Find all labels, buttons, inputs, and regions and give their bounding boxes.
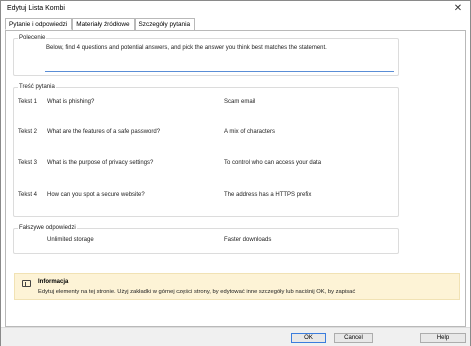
row-label: Tekst 2 bbox=[18, 129, 38, 135]
help-button[interactable]: Help bbox=[420, 333, 466, 343]
instruction-field[interactable]: Below, find 4 questions and potential an… bbox=[46, 45, 327, 51]
question-field[interactable]: How can you spot a secure website? bbox=[47, 192, 145, 198]
row-label: Tekst 1 bbox=[18, 99, 38, 105]
tab-question-details[interactable]: Szczegóły pytania bbox=[134, 18, 196, 30]
question-field[interactable]: What is the purpose of privacy settings? bbox=[47, 160, 153, 166]
info-text: Edytuj elementy na tej stronie. Użyj zak… bbox=[38, 289, 356, 295]
tab-question-answers[interactable]: Pytanie i odpowiedzi bbox=[5, 18, 73, 30]
question-field[interactable]: What is phishing? bbox=[47, 99, 94, 105]
row-label: Tekst 3 bbox=[18, 160, 38, 166]
tab-strip: Pytanie i odpowiedzi Materiały źródłowe … bbox=[5, 18, 196, 30]
cancel-button[interactable]: Cancel bbox=[334, 333, 373, 343]
false-answers-legend: Fałszywe odpowiedzi bbox=[18, 225, 77, 231]
info-title: Informacja bbox=[38, 279, 69, 285]
question-content-legend: Treść pytania bbox=[18, 84, 56, 90]
answer-field[interactable]: Scam email bbox=[224, 99, 255, 105]
ok-button[interactable]: OK bbox=[291, 333, 326, 343]
close-icon[interactable]: ✕ bbox=[452, 3, 464, 15]
info-icon bbox=[22, 280, 31, 287]
answer-field[interactable]: A mix of characters bbox=[224, 129, 275, 135]
tab-source-materials[interactable]: Materiały źródłowe bbox=[72, 18, 135, 30]
answer-field[interactable]: To control who can access your data bbox=[224, 160, 321, 166]
instruction-legend: Polecenie bbox=[18, 35, 47, 41]
info-banner: Informacja Edytuj elementy na tej stroni… bbox=[14, 273, 460, 300]
dialog-footer: OK Cancel Help bbox=[1, 327, 470, 346]
false-answer-field[interactable]: Unlimited storage bbox=[47, 237, 94, 243]
question-field[interactable]: What are the features of a safe password… bbox=[47, 129, 160, 135]
window-title: Edytuj Lista Kombi bbox=[7, 5, 65, 12]
title-bar: Edytuj Lista Kombi ✕ bbox=[1, 1, 470, 17]
answer-field[interactable]: The address has a HTTPS prefix bbox=[224, 192, 311, 198]
false-answer-field[interactable]: Faster downloads bbox=[224, 237, 271, 243]
row-label: Tekst 4 bbox=[18, 192, 38, 198]
instruction-field-underline bbox=[45, 71, 394, 72]
edit-dialog: Edytuj Lista Kombi ✕ Pytanie i odpowiedz… bbox=[0, 0, 471, 346]
